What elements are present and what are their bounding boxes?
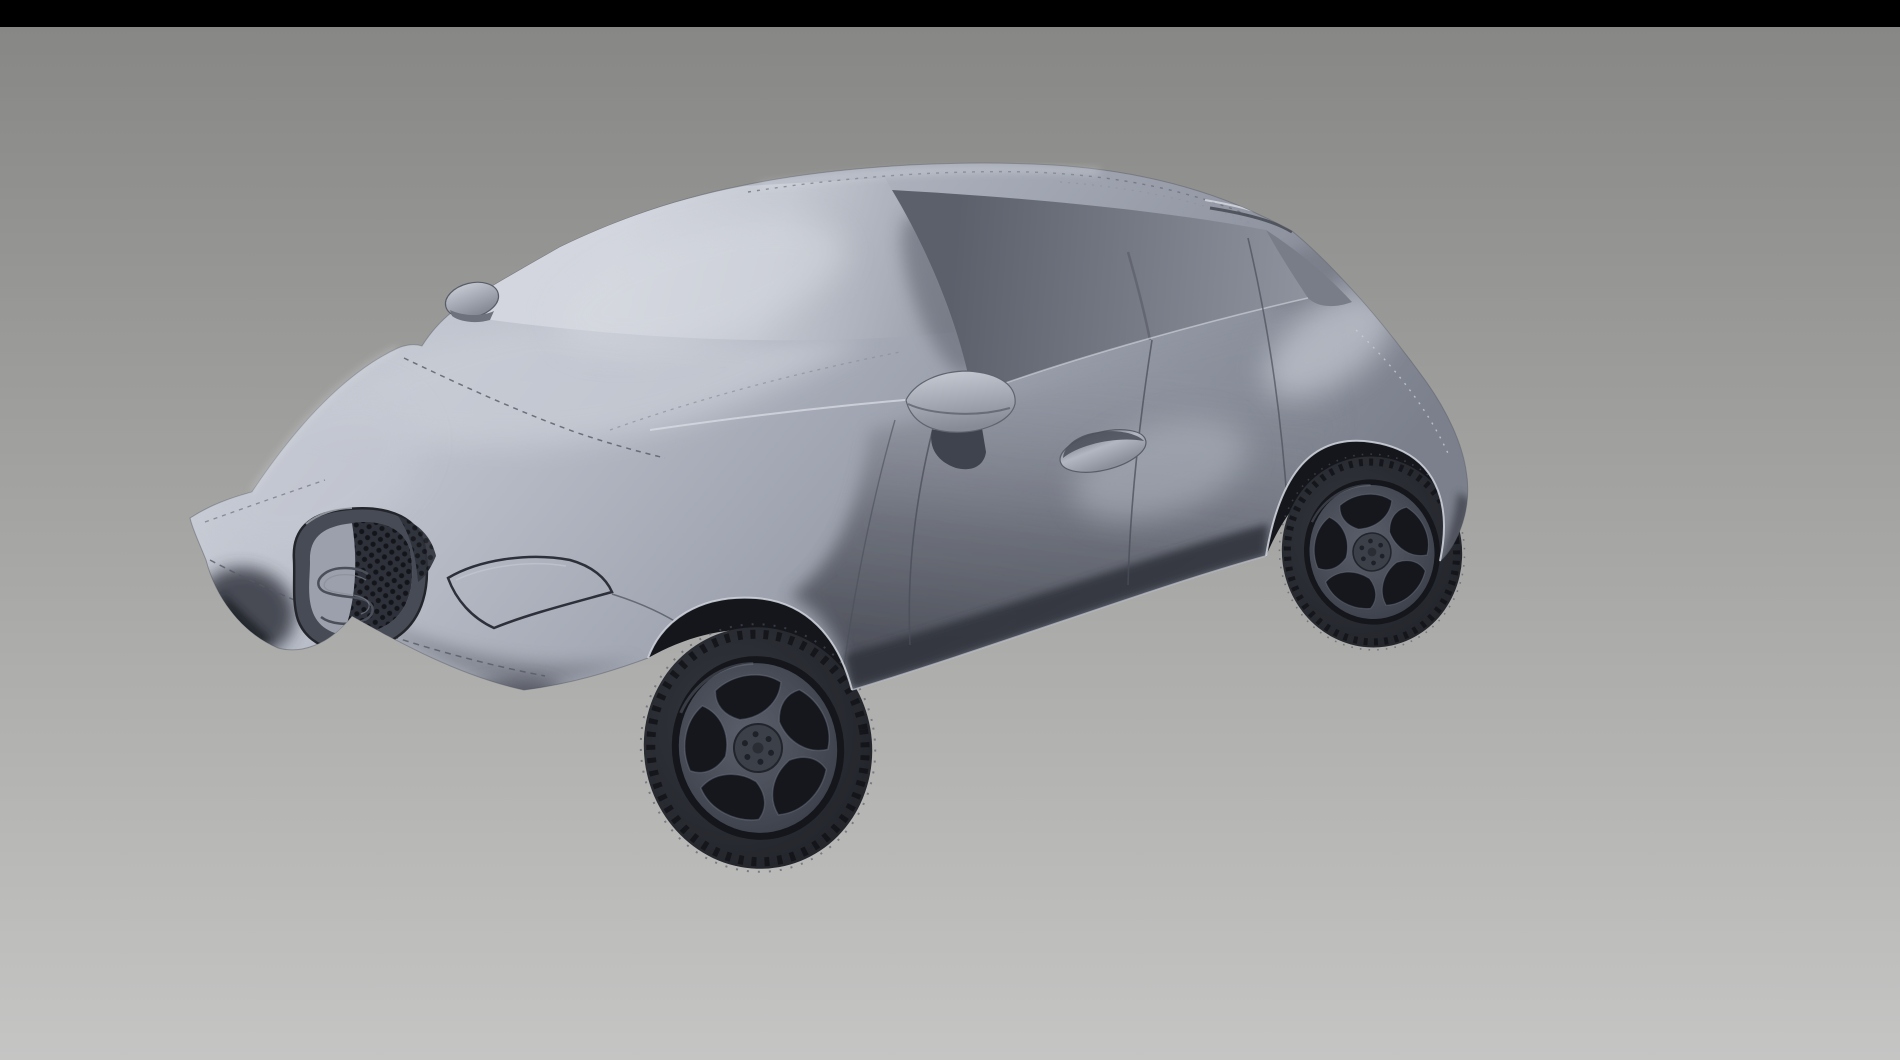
top-letterbox-bar bbox=[0, 0, 1900, 27]
cad-viewport[interactable] bbox=[0, 0, 1900, 1060]
